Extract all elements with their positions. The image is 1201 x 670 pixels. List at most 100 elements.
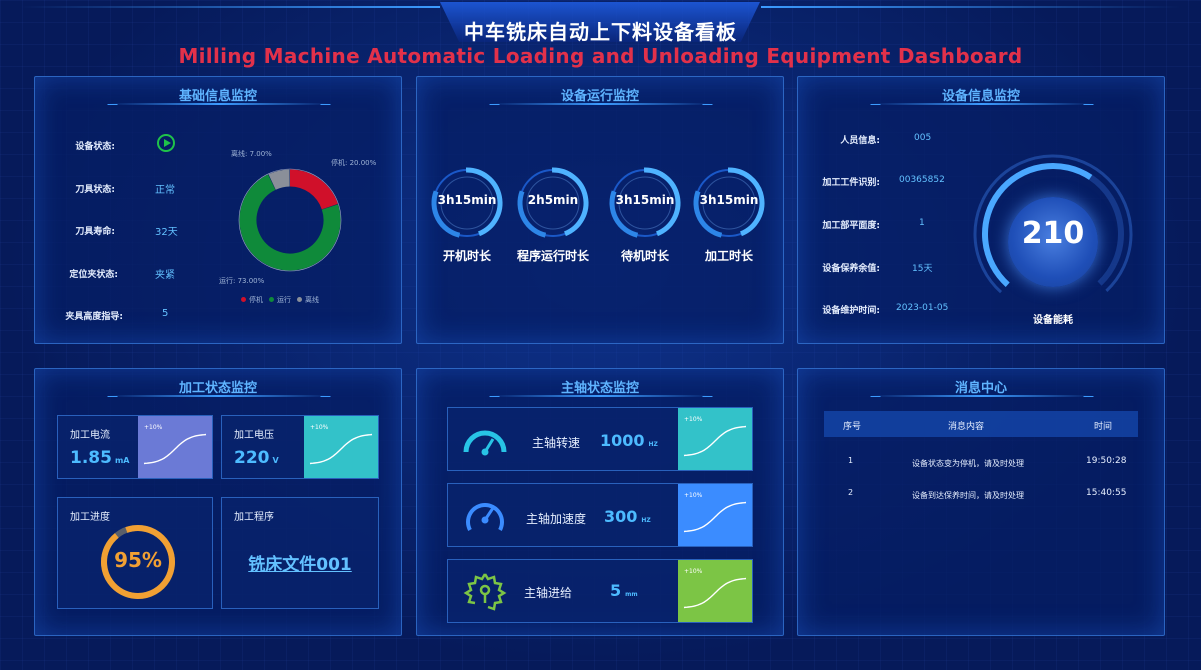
process-panel: 加工状态监控 加工电流 1.85 mA +10% 加工电压 220 V +10% 加… bbox=[34, 368, 402, 636]
maintenance-time-label: 设备维护时间: bbox=[822, 306, 880, 316]
message-table-header: 序号 消息内容 时间 bbox=[824, 411, 1138, 437]
header-decor-left bbox=[20, 6, 440, 8]
panel-title: 主轴状态监控 bbox=[560, 381, 639, 396]
donut-label-offline: 离线: 7.00% bbox=[231, 150, 272, 158]
spindle-accel-label: 主轴加速度 bbox=[526, 512, 587, 526]
runtime-item-machining: 3h15min 加工时长 bbox=[691, 165, 767, 275]
message-content: 设备到达保养时间，请及时处理 bbox=[912, 491, 1024, 500]
gear-icon bbox=[463, 573, 507, 611]
current-label: 加工电流 bbox=[70, 430, 110, 441]
panel-title-decor bbox=[872, 103, 1092, 105]
donut-label-stopped: 停机: 20.00% bbox=[331, 159, 377, 167]
header-decor-right bbox=[761, 6, 1181, 8]
panel-title: 基础信息监控 bbox=[178, 89, 257, 104]
column-header-content: 消息内容 bbox=[948, 422, 985, 432]
runtime-item-program: 2h5min 程序运行时长 bbox=[515, 165, 591, 275]
panel-title-decor bbox=[872, 395, 1092, 397]
spindle-accel-sparkline-tag: +10% bbox=[684, 492, 703, 499]
panel-title-decor bbox=[109, 395, 329, 397]
personnel-label: 人员信息: bbox=[840, 136, 880, 146]
voltage-card: 加工电压 220 V +10% bbox=[221, 415, 379, 479]
spindle-speed-value: 1000 HZ bbox=[600, 431, 658, 450]
spindle-accel-sparkline: +10% bbox=[678, 484, 752, 546]
spindle-speed-sparkline: +10% bbox=[678, 408, 752, 470]
fixture-height-value: 5 bbox=[162, 308, 169, 319]
voltage-sparkline-tag: +10% bbox=[310, 424, 329, 431]
progress-label: 加工进度 bbox=[70, 512, 110, 523]
fixture-height-label: 夹具高度指导: bbox=[65, 312, 123, 322]
panel-title: 消息中心 bbox=[954, 381, 1007, 396]
legend-item-running[interactable]: 运行 bbox=[269, 295, 291, 305]
panel-title: 设备运行监控 bbox=[560, 89, 639, 104]
progress-value: 95% bbox=[114, 548, 162, 572]
spindle-feed-label: 主轴进给 bbox=[524, 586, 573, 600]
device-info-panel: 设备信息监控 人员信息: 005 加工工件识别: 00365852 加工部平面度… bbox=[797, 76, 1165, 344]
tool-status-label: 刀具状态: bbox=[75, 185, 115, 195]
runtime-item-power-on: 3h15min 开机时长 bbox=[429, 165, 505, 275]
message-time: 15:40:55 bbox=[1086, 488, 1127, 498]
legend-item-offline[interactable]: 离线 bbox=[297, 295, 319, 305]
tool-life-label: 刀具寿命: bbox=[75, 227, 115, 237]
spindle-feed-value: 5 mm bbox=[610, 581, 638, 600]
spindle-feed-sparkline-tag: +10% bbox=[684, 568, 703, 575]
legend-item-stopped[interactable]: 停机 bbox=[241, 295, 263, 305]
play-circle-icon[interactable] bbox=[157, 134, 175, 152]
current-sparkline: +10% bbox=[138, 416, 212, 478]
page-title: 中车铣床自动上下料设备看板 bbox=[464, 20, 737, 44]
donut-slice-0[interactable] bbox=[289, 169, 338, 210]
runtime-value: 3h15min bbox=[615, 193, 675, 207]
tool-status-value: 正常 bbox=[155, 185, 175, 196]
flatness-label: 加工部平面度: bbox=[822, 221, 880, 231]
program-card: 加工程序 铣床文件001 bbox=[221, 497, 379, 609]
runtime-item-standby: 3h15min 待机时长 bbox=[607, 165, 683, 275]
voltage-sparkline: +10% bbox=[304, 416, 378, 478]
spindle-speed-label: 主轴转速 bbox=[532, 436, 581, 450]
voltage-value: 220 V bbox=[234, 448, 279, 468]
spindle-speed-row: 主轴转速 1000 HZ +10% bbox=[447, 407, 753, 471]
program-label: 加工程序 bbox=[234, 512, 274, 523]
donut-slice-2[interactable] bbox=[268, 169, 291, 190]
column-header-time: 时间 bbox=[1094, 422, 1113, 432]
device-status-label: 设备状态: bbox=[75, 142, 115, 152]
panel-title: 设备信息监控 bbox=[941, 89, 1020, 104]
current-value: 1.85 mA bbox=[70, 448, 130, 468]
spindle-panel: 主轴状态监控 主轴转速 1000 HZ +10% 主轴加速度 300 HZ +10% bbox=[416, 368, 784, 636]
message-time: 19:50:28 bbox=[1086, 456, 1127, 466]
spindle-speed-sparkline-tag: +10% bbox=[684, 416, 703, 423]
workpiece-id-label: 加工工件识别: bbox=[822, 178, 880, 188]
tool-life-value: 32天 bbox=[155, 227, 178, 238]
panel-title-decor bbox=[491, 103, 711, 105]
message-content: 设备状态变为停机，请及时处理 bbox=[912, 459, 1024, 468]
runtime-label: 加工时长 bbox=[704, 249, 753, 263]
energy-gauge-caption: 设备能耗 bbox=[1033, 315, 1073, 326]
voltage-label: 加工电压 bbox=[234, 430, 274, 441]
runtime-panel: 设备运行监控 3h15min 开机时长 2h5min 程序运行时长 3h15mi… bbox=[416, 76, 784, 344]
message-no: 1 bbox=[848, 456, 854, 465]
progress-card: 加工进度 95% bbox=[57, 497, 213, 609]
spindle-feed-sparkline: +10% bbox=[678, 560, 752, 622]
donut-label-running: 运行: 73.00% bbox=[219, 277, 265, 285]
clamp-status-label: 定位夹状态: bbox=[69, 270, 118, 280]
donut-legend: 停机 运行 离线 bbox=[241, 295, 319, 305]
runtime-label: 程序运行时长 bbox=[516, 249, 589, 263]
page-subtitle: Milling Machine Automatic Loading and Un… bbox=[178, 44, 1023, 68]
spindle-feed-row: 主轴进给 5 mm +10% bbox=[447, 559, 753, 623]
clamp-status-value: 夹紧 bbox=[155, 270, 175, 281]
spindle-accel-value: 300 HZ bbox=[604, 507, 651, 526]
panel-title-decor bbox=[109, 103, 329, 105]
personnel-value: 005 bbox=[914, 133, 932, 143]
runtime-value: 3h15min bbox=[699, 193, 759, 207]
current-sparkline-tag: +10% bbox=[144, 424, 163, 431]
program-link[interactable]: 铣床文件001 bbox=[222, 550, 378, 575]
panel-title-decor bbox=[491, 395, 711, 397]
message-center-panel: 消息中心 序号 消息内容 时间 1 设备状态变为停机，请及时处理 19:50:2… bbox=[797, 368, 1165, 636]
speedometer-icon bbox=[463, 430, 507, 456]
header: 中车铣床自动上下料设备看板 Milling Machine Automatic … bbox=[0, 0, 1201, 72]
basic-info-panel: 基础信息监控 设备状态: 刀具状态: 正常 刀具寿命: 32天 定位夹状态: 夹… bbox=[34, 76, 402, 344]
maintenance-time-value: 2023-01-05 bbox=[896, 303, 949, 313]
runtime-value: 3h15min bbox=[437, 193, 497, 207]
energy-gauge-value: 210 bbox=[1021, 216, 1085, 251]
current-card: 加工电流 1.85 mA +10% bbox=[57, 415, 213, 479]
message-no: 2 bbox=[848, 488, 854, 497]
flatness-value: 1 bbox=[919, 218, 925, 228]
